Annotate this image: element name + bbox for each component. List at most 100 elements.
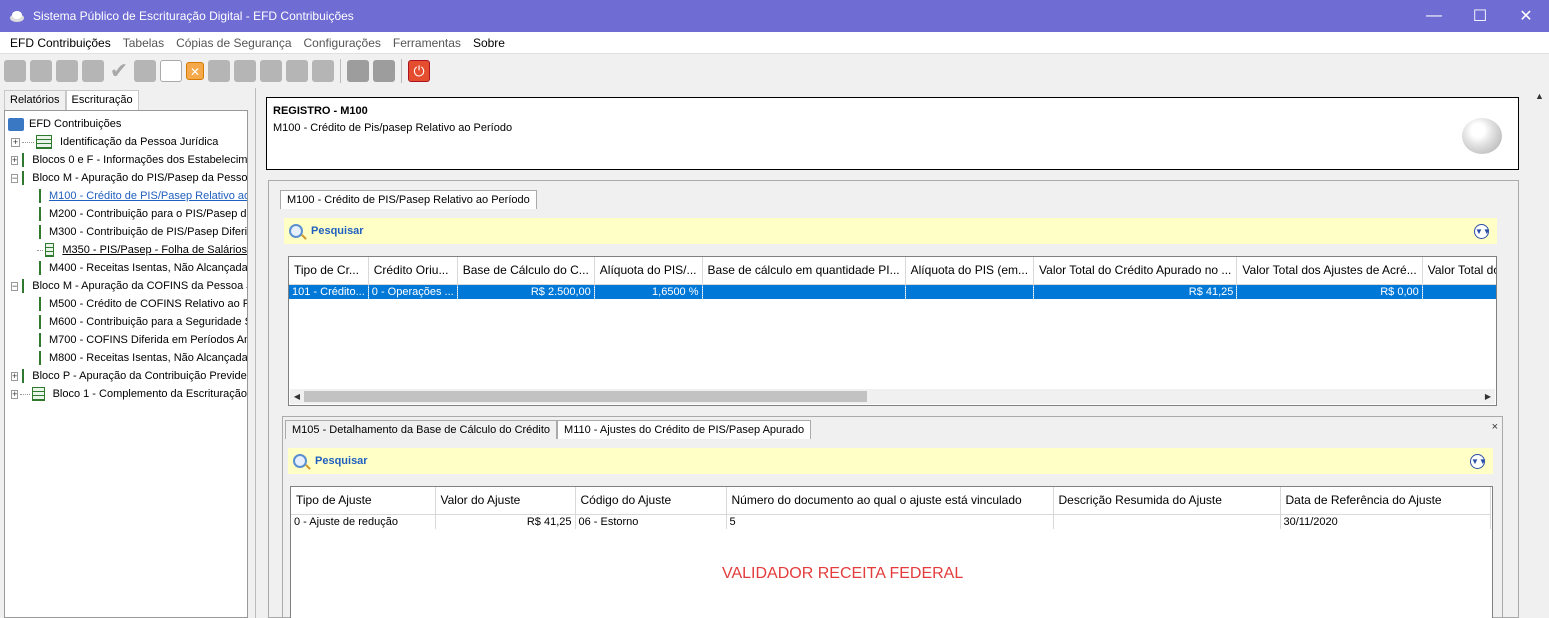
delete-x-icon[interactable]: ✕ bbox=[186, 62, 204, 80]
tab-m100[interactable]: M100 - Crédito de PIS/Pasep Relativo ao … bbox=[280, 190, 537, 209]
chevron-down-icon[interactable]: ▼▼ bbox=[1474, 223, 1491, 239]
tree-item[interactable]: + Bloco 1 - Complemento da Escrituração bbox=[5, 385, 247, 403]
collapse-icon[interactable]: − bbox=[11, 281, 19, 291]
tree-item[interactable]: M800 - Receitas Isentas, Não Alcançadas bbox=[5, 349, 247, 367]
ledger-icon bbox=[39, 207, 41, 221]
tree-item[interactable]: − Bloco M - Apuração do PIS/Pasep da Pes… bbox=[5, 169, 247, 187]
tree-root[interactable]: EFD Contribuições bbox=[5, 115, 247, 133]
table-cell: R$ 41,25 bbox=[435, 514, 576, 529]
tree-item[interactable]: − Bloco M - Apuração da COFINS da Pessoa… bbox=[5, 277, 247, 295]
column-header[interactable]: Valor do Ajuste bbox=[435, 487, 576, 515]
column-header[interactable]: Tipo de Cr... bbox=[289, 257, 369, 285]
m110-search-bar[interactable]: Pesquisar ▼▼ bbox=[288, 448, 1493, 474]
title-bar: Sistema Público de Escrituração Digital … bbox=[0, 0, 1549, 32]
tree-item[interactable]: + Identificação da Pessoa Jurídica bbox=[5, 133, 247, 151]
tree-item[interactable]: M350 - PIS/Pasep - Folha de Salários bbox=[5, 241, 247, 259]
ledger-icon bbox=[39, 297, 41, 311]
column-header[interactable]: Valor Total do Crédito Apurado no ... bbox=[1033, 257, 1238, 285]
column-header[interactable]: Data de Referência do Ajuste bbox=[1280, 487, 1491, 515]
expand-icon[interactable]: + bbox=[11, 389, 19, 399]
sped-logo-icon bbox=[1462, 118, 1502, 154]
table-cell: 1,6500 % bbox=[594, 284, 703, 299]
column-header[interactable]: Alíquota do PIS (em... bbox=[905, 257, 1035, 285]
tab-m110[interactable]: M110 - Ajustes do Crédito de PIS/Pasep A… bbox=[557, 420, 812, 439]
expand-icon[interactable]: + bbox=[11, 371, 19, 381]
main-vertical-scrollbar[interactable]: ▲ bbox=[1530, 88, 1549, 618]
save-icon[interactable] bbox=[347, 60, 369, 82]
tree-item[interactable]: M600 - Contribuição para a Seguridade So… bbox=[5, 313, 247, 331]
table-cell: R$ 41,25 bbox=[1033, 284, 1238, 299]
menu-efd-contribuicoes[interactable]: EFD Contribuições bbox=[4, 36, 117, 50]
ledger-icon bbox=[36, 135, 52, 149]
column-header[interactable]: Crédito Oriu... bbox=[368, 257, 458, 285]
ledger-icon bbox=[22, 369, 25, 383]
chevron-down-icon[interactable]: ▼▼ bbox=[1470, 453, 1487, 469]
table-cell bbox=[702, 284, 906, 299]
m100-horizontal-scrollbar[interactable]: ◀ ▶ bbox=[290, 389, 1495, 404]
table-cell bbox=[905, 284, 1035, 299]
column-header[interactable]: Valor Total dos Ajustes de Acré... bbox=[1236, 257, 1423, 285]
tab-m105[interactable]: M105 - Detalhamento da Base de Cálculo d… bbox=[285, 420, 558, 439]
table-row[interactable]: 0 - Ajuste de redução R$ 41,25 06 - Esto… bbox=[291, 514, 1491, 529]
close-button[interactable]: ✕ bbox=[1503, 0, 1549, 32]
minimize-button[interactable]: — bbox=[1411, 0, 1457, 32]
tab-escrituracao[interactable]: Escrituração bbox=[65, 90, 139, 110]
column-header[interactable]: Código do Ajuste bbox=[575, 487, 727, 515]
validate-check-icon[interactable]: ✔ bbox=[108, 60, 130, 82]
menu-sobre[interactable]: Sobre bbox=[467, 36, 511, 50]
m100-search-bar[interactable]: Pesquisar ▼▼ bbox=[284, 218, 1497, 244]
table-cell: R$ 0,00 bbox=[1236, 284, 1423, 299]
column-header[interactable]: Valor Total dos A bbox=[1422, 257, 1496, 285]
column-header[interactable]: Tipo de Ajuste bbox=[291, 487, 436, 515]
column-header[interactable]: Descrição Resumida do Ajuste bbox=[1053, 487, 1281, 515]
ledger-icon bbox=[39, 351, 41, 365]
power-exit-icon[interactable]: ⏻ bbox=[408, 60, 430, 82]
m100-header-row: Tipo de Cr... Crédito Oriu... Base de Cá… bbox=[289, 257, 1496, 285]
collapse-icon[interactable]: − bbox=[11, 173, 19, 183]
maximize-button[interactable]: ☐ bbox=[1457, 0, 1503, 32]
scroll-left-icon[interactable]: ◀ bbox=[290, 389, 304, 404]
menu-copias-de-seguranca[interactable]: Cópias de Segurança bbox=[170, 36, 297, 50]
column-header[interactable]: Base de Cálculo do C... bbox=[457, 257, 595, 285]
sign-icon[interactable] bbox=[134, 60, 156, 82]
table-cell: 06 - Estorno bbox=[575, 514, 727, 529]
table-row[interactable]: 101 - Crédito... 0 - Operações ... R$ 2.… bbox=[289, 284, 1496, 299]
tree-item[interactable]: M500 - Crédito de COFINS Relativo ao Per… bbox=[5, 295, 247, 313]
registro-header: REGISTRO - M100 M100 - Crédito de Pis/pa… bbox=[266, 97, 1519, 170]
registro-title: REGISTRO - M100 bbox=[273, 105, 368, 117]
menu-configuracoes[interactable]: Configurações bbox=[298, 36, 387, 50]
column-header[interactable]: Número do documento ao qual o ajuste est… bbox=[726, 487, 1054, 515]
scroll-thumb[interactable] bbox=[304, 391, 867, 402]
edit-note-icon[interactable] bbox=[160, 60, 182, 82]
tree-item[interactable]: M300 - Contribuição de PIS/Pasep Diferid… bbox=[5, 223, 247, 241]
print-icon[interactable] bbox=[208, 60, 230, 82]
restore-icon[interactable] bbox=[373, 60, 395, 82]
expand-icon[interactable]: + bbox=[11, 137, 20, 147]
tree-item[interactable]: + Bloco P - Apuração da Contribuição Pre… bbox=[5, 367, 247, 385]
close-panel-button[interactable]: × bbox=[1492, 421, 1498, 433]
column-header[interactable]: Base de cálculo em quantidade PI... bbox=[702, 257, 906, 285]
ledger-icon bbox=[39, 225, 41, 239]
folder-icon[interactable] bbox=[56, 60, 78, 82]
tree-item[interactable]: M400 - Receitas Isentas, Não Alcançadas bbox=[5, 259, 247, 277]
expand-icon[interactable]: + bbox=[11, 155, 19, 165]
tree-item[interactable]: + Blocos 0 e F - Informações dos Estabel… bbox=[5, 151, 247, 169]
report-icon[interactable] bbox=[234, 60, 256, 82]
table-cell: 0 - Ajuste de redução bbox=[291, 514, 436, 529]
scroll-right-icon[interactable]: ▶ bbox=[1481, 389, 1495, 404]
import-icon[interactable] bbox=[82, 60, 104, 82]
globe-icon[interactable] bbox=[260, 60, 282, 82]
new-document-icon[interactable] bbox=[4, 60, 26, 82]
window-title: Sistema Público de Escrituração Digital … bbox=[33, 9, 354, 23]
menu-ferramentas[interactable]: Ferramentas bbox=[387, 36, 467, 50]
tree-item[interactable]: M200 - Contribuição para o PIS/Pasep do … bbox=[5, 205, 247, 223]
tree-item-m100[interactable]: M100 - Crédito de PIS/Pasep Relativo ao … bbox=[5, 187, 247, 205]
tab-relatorios[interactable]: Relatórios bbox=[4, 90, 66, 110]
tree-item[interactable]: M700 - COFINS Diferida em Períodos Anter… bbox=[5, 331, 247, 349]
receipt-icon[interactable] bbox=[312, 60, 334, 82]
open-document-icon[interactable] bbox=[30, 60, 52, 82]
scroll-up-icon[interactable]: ▲ bbox=[1530, 88, 1549, 105]
menu-tabelas[interactable]: Tabelas bbox=[117, 36, 170, 50]
transmit-icon[interactable] bbox=[286, 60, 308, 82]
column-header[interactable]: Alíquota do PIS/... bbox=[594, 257, 703, 285]
